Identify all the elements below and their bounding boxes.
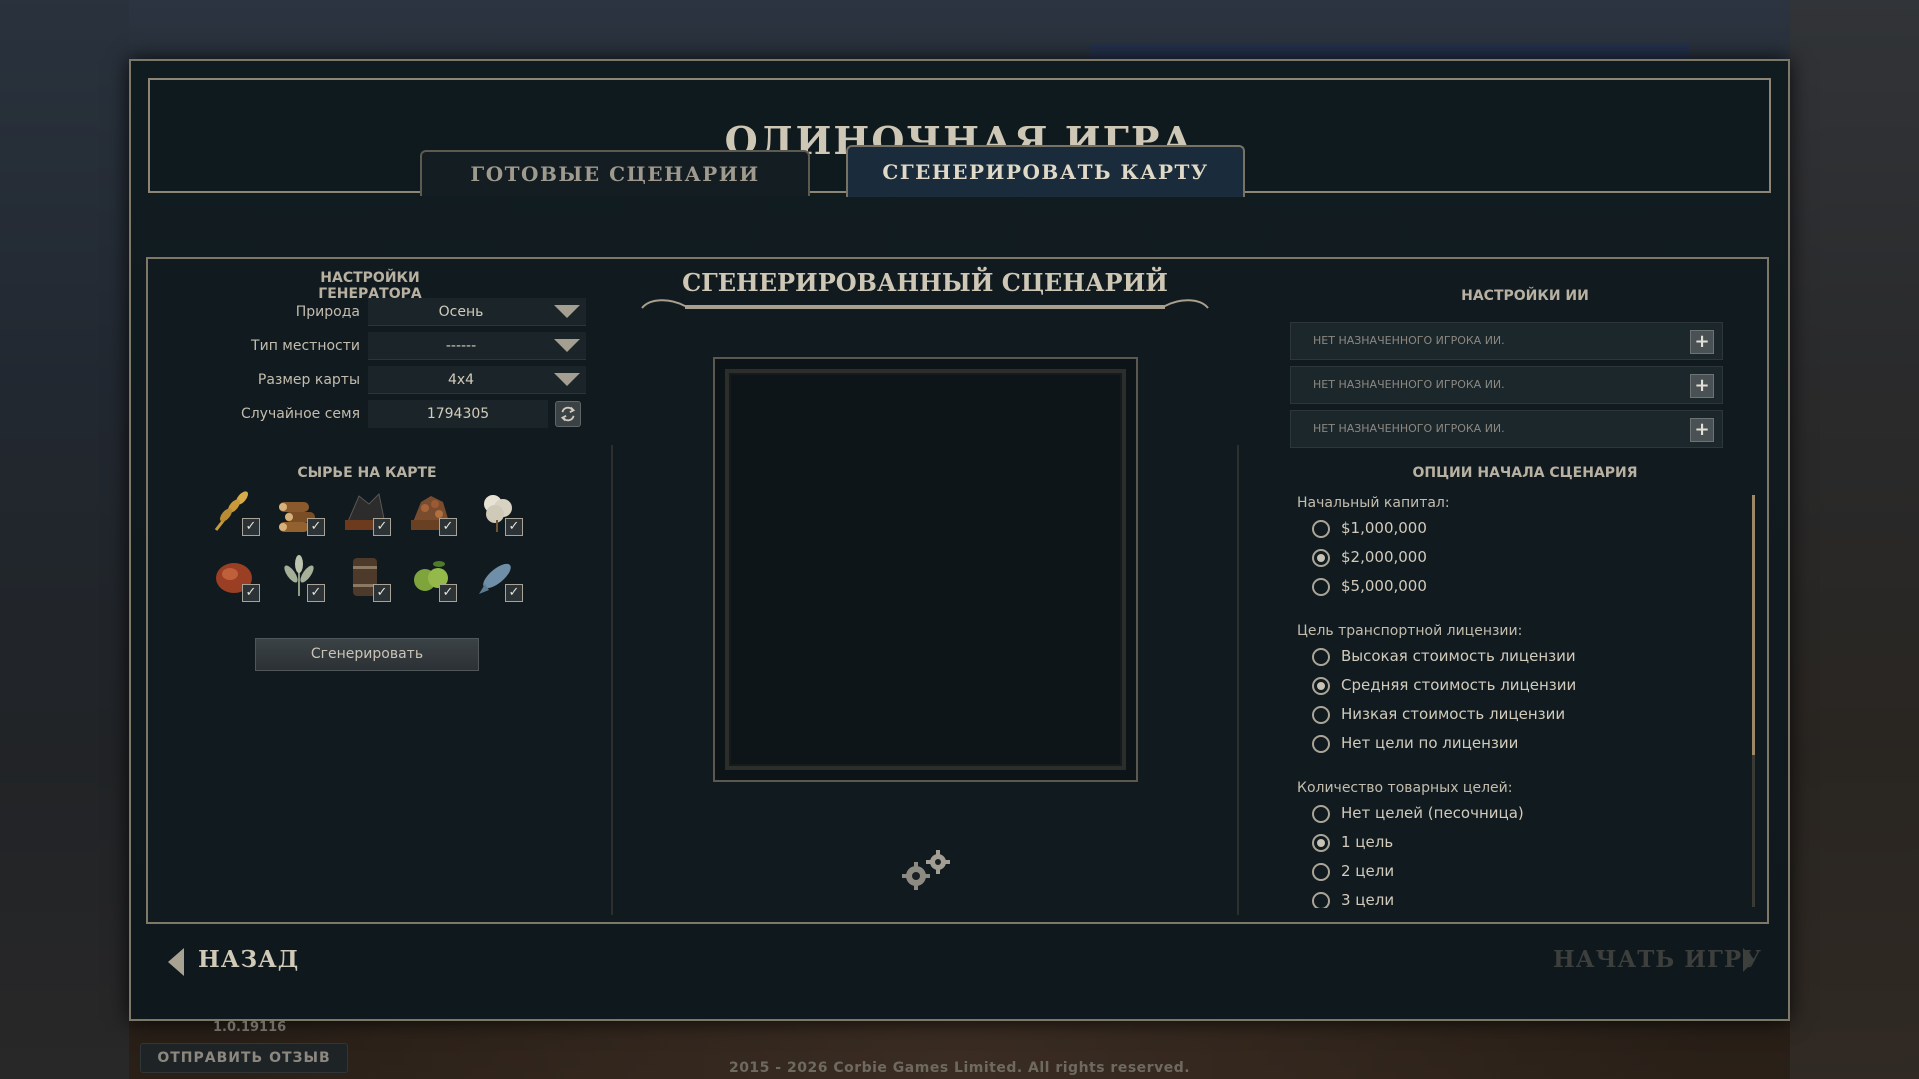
terrain-value: ------ bbox=[445, 338, 477, 354]
map-size-select[interactable]: 4x4 bbox=[368, 366, 586, 394]
goods-label: Количество товарных целей: bbox=[1297, 780, 1513, 796]
tab-generate-map[interactable]: СГЕНЕРИРОВАТЬ КАРТУ bbox=[846, 145, 1245, 197]
chevron-down-icon bbox=[554, 373, 580, 386]
check-icon: ✓ bbox=[439, 518, 457, 536]
check-icon: ✓ bbox=[307, 584, 325, 602]
ai-slot-1[interactable]: НЕТ НАЗНАЧЕННОГО ИГРОКА ИИ. + bbox=[1290, 322, 1723, 360]
radio-icon bbox=[1312, 805, 1330, 823]
nature-label: Природа bbox=[295, 304, 360, 320]
generate-button[interactable]: Сгенерировать bbox=[255, 638, 479, 671]
ai-slot-label: НЕТ НАЗНАЧЕННОГО ИГРОКА ИИ. bbox=[1313, 422, 1505, 435]
radio-selected-icon bbox=[1312, 834, 1330, 852]
radio-selected-icon bbox=[1312, 677, 1330, 695]
radio-icon bbox=[1312, 892, 1330, 908]
start-options-scroll[interactable]: Начальный капитал: $1,000,000 $2,000,000… bbox=[1280, 490, 1750, 908]
seed-label: Случайное семя bbox=[240, 406, 360, 422]
resource-fish[interactable]: ✓ bbox=[471, 550, 523, 602]
background-girder bbox=[1790, 0, 1919, 1079]
map-size-value: 4x4 bbox=[447, 372, 475, 388]
terrain-select[interactable]: ------ bbox=[368, 332, 586, 360]
background-girder bbox=[0, 0, 129, 1079]
check-icon: ✓ bbox=[505, 518, 523, 536]
start-game-label: НАЧАТЬ ИГРУ bbox=[1553, 946, 1762, 973]
radio-icon bbox=[1312, 648, 1330, 666]
resource-iron-ore[interactable]: ✓ bbox=[405, 484, 457, 536]
resource-herbs[interactable]: ✓ bbox=[273, 550, 325, 602]
check-icon: ✓ bbox=[505, 584, 523, 602]
plus-icon[interactable]: + bbox=[1690, 374, 1714, 398]
terrain-label: Тип местности bbox=[251, 338, 360, 354]
radio-selected-icon bbox=[1312, 549, 1330, 567]
radio-icon bbox=[1312, 706, 1330, 724]
scenario-ornament-icon bbox=[641, 299, 1209, 309]
plus-icon[interactable]: + bbox=[1690, 330, 1714, 354]
generated-scenario-title: СГЕНЕРИРОВАННЫЙ СЦЕНАРИЙ bbox=[682, 268, 1168, 297]
map-preview-frame bbox=[725, 369, 1126, 770]
options-scrollbar-thumb[interactable] bbox=[1752, 495, 1755, 755]
version-label: 1.0.19116 bbox=[213, 1020, 287, 1035]
nature-select[interactable]: Осень bbox=[368, 298, 586, 326]
start-options-title: ОПЦИИ НАЧАЛА СЦЕНАРИЯ bbox=[1412, 465, 1638, 481]
background-roof bbox=[1090, 44, 1690, 59]
ai-slot-3[interactable]: НЕТ НАЗНАЧЕННОГО ИГРОКА ИИ. + bbox=[1290, 410, 1723, 448]
check-icon: ✓ bbox=[373, 584, 391, 602]
map-size-label: Размер карты bbox=[257, 372, 360, 388]
forward-arrow-icon bbox=[1743, 948, 1755, 972]
ai-slot-label: НЕТ НАЗНАЧЕННОГО ИГРОКА ИИ. bbox=[1313, 334, 1505, 347]
chevron-down-icon bbox=[554, 305, 580, 318]
resource-oil[interactable]: ✓ bbox=[339, 550, 391, 602]
map-preview bbox=[713, 357, 1138, 782]
resource-coal[interactable]: ✓ bbox=[339, 484, 391, 536]
gears-icon bbox=[902, 850, 950, 890]
resources-title: СЫРЬЕ НА КАРТЕ bbox=[297, 465, 437, 481]
resource-meat[interactable]: ✓ bbox=[208, 550, 260, 602]
check-icon: ✓ bbox=[242, 584, 260, 602]
ai-settings-title: НАСТРОЙКИ ИИ bbox=[1461, 288, 1589, 304]
capital-label: Начальный капитал: bbox=[1297, 495, 1450, 511]
radio-icon bbox=[1312, 735, 1330, 753]
radio-icon bbox=[1312, 863, 1330, 881]
tab-ready-scenarios[interactable]: ГОТОВЫЕ СЦЕНАРИИ bbox=[420, 150, 810, 196]
radio-icon bbox=[1312, 520, 1330, 538]
plus-icon[interactable]: + bbox=[1690, 418, 1714, 442]
resource-wheat[interactable]: ✓ bbox=[208, 484, 260, 536]
refresh-seed-button[interactable] bbox=[555, 401, 581, 427]
ai-slot-2[interactable]: НЕТ НАЗНАЧЕННОГО ИГРОКА ИИ. + bbox=[1290, 366, 1723, 404]
resource-fruit[interactable]: ✓ bbox=[405, 550, 457, 602]
check-icon: ✓ bbox=[373, 518, 391, 536]
chevron-down-icon bbox=[554, 339, 580, 352]
radio-icon bbox=[1312, 578, 1330, 596]
divider-right bbox=[1237, 445, 1239, 915]
check-icon: ✓ bbox=[242, 518, 260, 536]
resource-logs[interactable]: ✓ bbox=[273, 484, 325, 536]
nature-value: Осень bbox=[438, 304, 484, 320]
check-icon: ✓ bbox=[307, 518, 325, 536]
copyright-text: 2015 - 2026 Corbie Games Limited. All ri… bbox=[728, 1060, 1191, 1076]
check-icon: ✓ bbox=[439, 584, 457, 602]
ai-slot-label: НЕТ НАЗНАЧЕННОГО ИГРОКА ИИ. bbox=[1313, 378, 1505, 391]
refresh-icon bbox=[560, 406, 576, 422]
license-label: Цель транспортной лицензии: bbox=[1297, 623, 1523, 639]
back-arrow-icon bbox=[168, 948, 184, 976]
resource-cotton[interactable]: ✓ bbox=[471, 484, 523, 536]
seed-input[interactable] bbox=[368, 400, 548, 428]
back-label: НАЗАД bbox=[198, 946, 300, 973]
divider-left bbox=[611, 445, 613, 915]
